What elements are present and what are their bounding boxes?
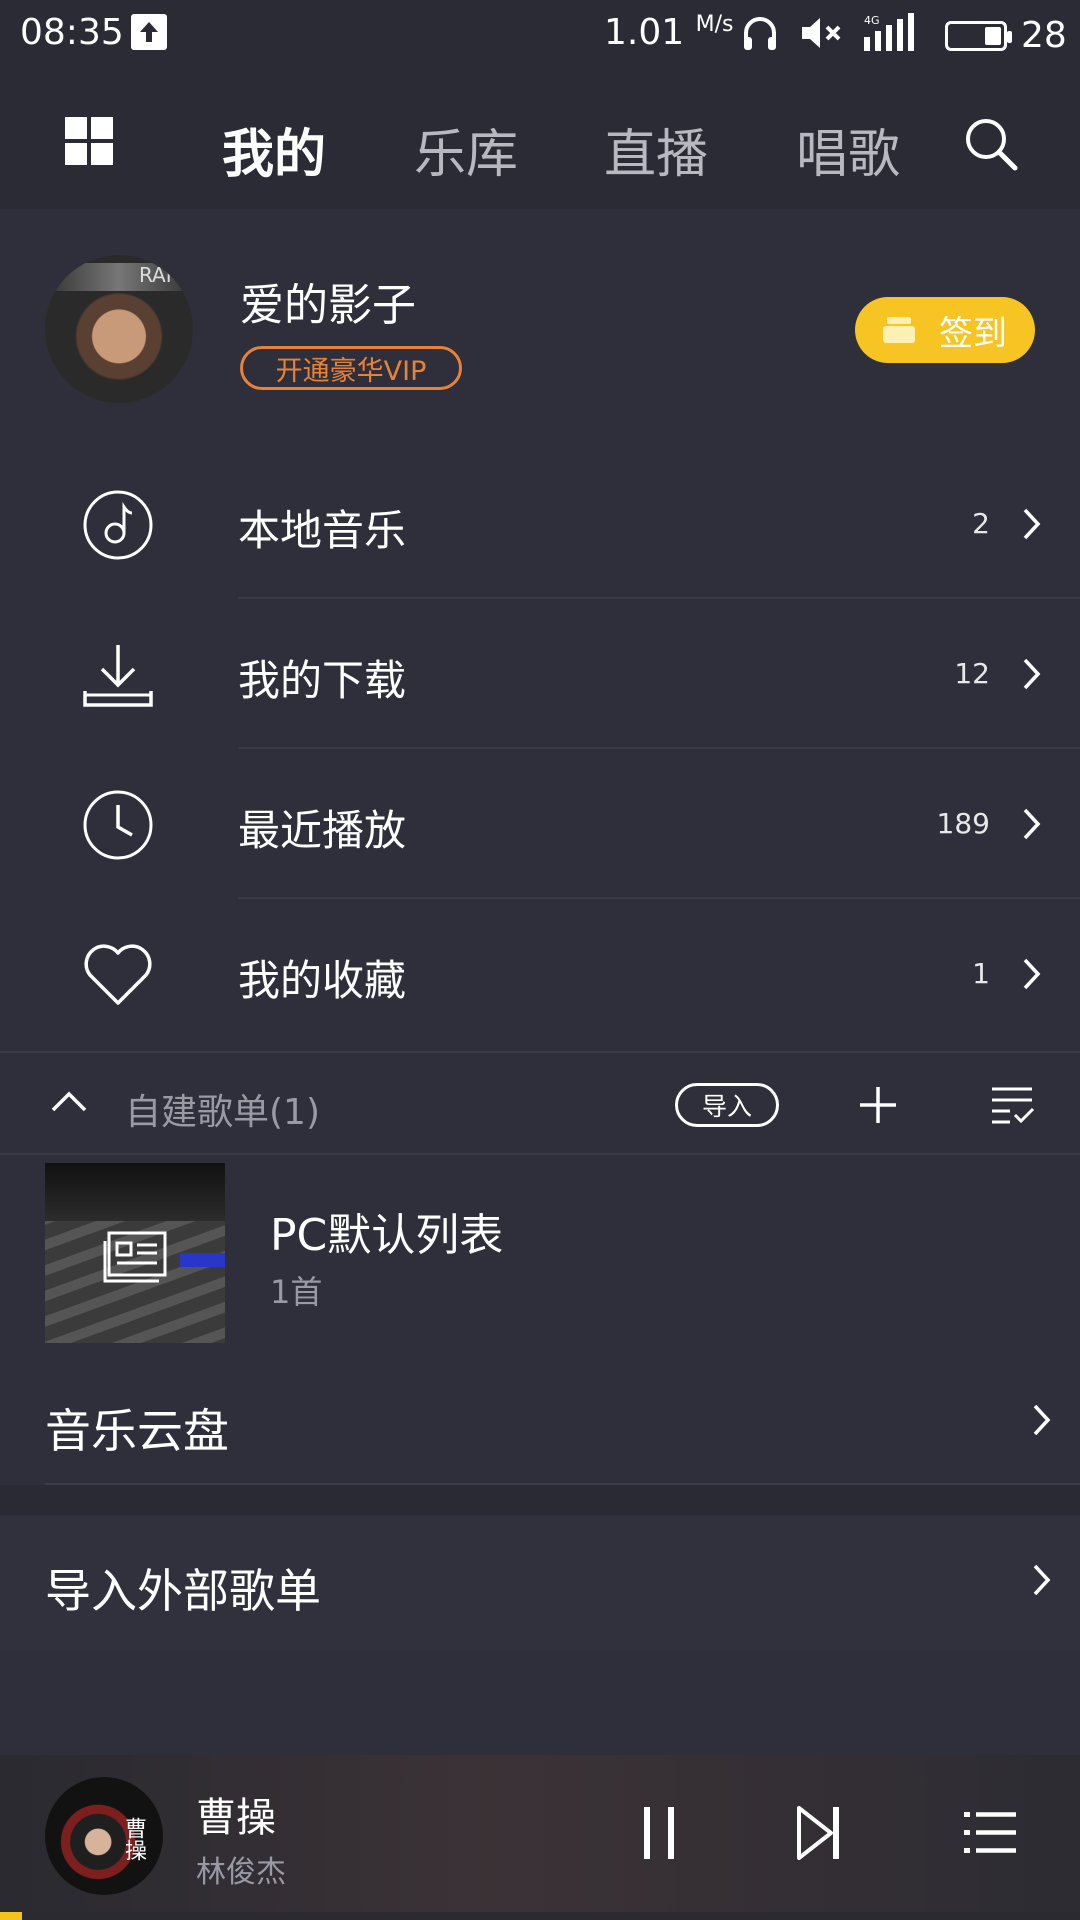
- playback-progress-fill: [0, 1912, 22, 1920]
- playlist-header-label: 自建歌单(1): [125, 1092, 320, 1133]
- avatar[interactable]: RAM: [45, 255, 193, 403]
- now-playing-artist: 林俊杰: [196, 1855, 286, 1890]
- chevron-up-icon[interactable]: [50, 1089, 88, 1113]
- menu-item-label: 我的收藏: [238, 956, 407, 1005]
- battery-icon: [945, 20, 1012, 51]
- document-icon: [103, 1231, 167, 1283]
- playlist-title: PC默认列表: [270, 1210, 504, 1261]
- menu-item-count: 2: [972, 507, 990, 540]
- menu-item-label: 本地音乐: [238, 506, 407, 555]
- svg-text:4G: 4G: [864, 14, 880, 27]
- playlist-count: 1首: [270, 1273, 323, 1311]
- headphones-icon: [744, 17, 776, 50]
- clock-icon: [83, 790, 153, 860]
- tab-sing[interactable]: 唱歌: [796, 112, 900, 187]
- music-cloud-label: 音乐云盘: [45, 1404, 229, 1458]
- signal-icon: 4G: [864, 13, 914, 51]
- pause-icon[interactable]: [640, 1805, 680, 1861]
- status-time: 08:35: [20, 12, 124, 53]
- vip-button[interactable]: 开通豪华VIP: [240, 346, 462, 390]
- grid-menu-icon[interactable]: [65, 117, 115, 167]
- menu-item-favorites[interactable]: 我的收藏 1: [0, 899, 1080, 1049]
- tab-mine[interactable]: 我的: [222, 112, 326, 187]
- profile-section: RAM 爱的影子 开通豪华VIP 签到: [0, 209, 1080, 439]
- add-icon[interactable]: [858, 1085, 898, 1125]
- mini-player[interactable]: 曹操 曹操 林俊杰: [0, 1755, 1080, 1920]
- tab-live[interactable]: 直播: [604, 112, 708, 187]
- section-gap: [0, 1485, 1080, 1515]
- now-playing-title: 曹操: [196, 1795, 276, 1841]
- menu-item-downloads[interactable]: 我的下载 12: [0, 599, 1080, 749]
- chevron-right-icon: [1023, 958, 1041, 990]
- gift-icon: [883, 317, 915, 343]
- playlist-item[interactable]: PC默认列表 1首: [0, 1163, 1080, 1343]
- chevron-right-icon: [1023, 508, 1041, 540]
- music-note-icon: [83, 490, 153, 560]
- search-icon[interactable]: [962, 115, 1020, 173]
- chevron-right-icon: [1033, 1404, 1051, 1436]
- heart-icon: [84, 944, 152, 1005]
- sort-list-icon[interactable]: [990, 1085, 1036, 1125]
- next-track-icon[interactable]: [795, 1805, 843, 1861]
- menu-item-label: 我的下载: [238, 656, 407, 705]
- playlist-cover: [45, 1163, 225, 1343]
- battery-level: 28: [1021, 15, 1067, 56]
- music-cloud-row[interactable]: 音乐云盘: [0, 1355, 1080, 1485]
- status-icons: 4G: [740, 12, 922, 54]
- now-playing-cover[interactable]: 曹操: [45, 1777, 163, 1895]
- download-icon: [83, 645, 153, 707]
- playback-progress-bar[interactable]: [0, 1912, 1080, 1920]
- playlist-header: 自建歌单(1) 导入: [0, 1051, 1080, 1155]
- checkin-label: 签到: [939, 313, 1007, 354]
- network-speed: 1.01 M/s: [604, 12, 734, 53]
- username[interactable]: 爱的影子: [240, 269, 416, 333]
- mute-icon: [802, 18, 841, 48]
- upload-icon: [131, 14, 167, 50]
- battery: 28: [945, 15, 1067, 56]
- import-external-label: 导入外部歌单: [45, 1564, 321, 1618]
- import-external-playlist-row[interactable]: 导入外部歌单: [0, 1515, 1080, 1650]
- menu-item-local-music[interactable]: 本地音乐 2: [0, 449, 1080, 599]
- menu-item-count: 189: [936, 807, 990, 840]
- chevron-right-icon: [1023, 808, 1041, 840]
- menu-item-count: 1: [972, 957, 990, 990]
- menu-item-label: 最近播放: [238, 806, 407, 855]
- top-nav: 我的 乐库 直播 唱歌: [0, 66, 1080, 209]
- menu-list: 本地音乐 2 我的下载 12 最近播放 189 我的收藏 1: [0, 449, 1080, 1049]
- checkin-button[interactable]: 签到: [855, 297, 1035, 363]
- status-bar: 08:35 1.01 M/s 4G 28: [0, 0, 1080, 66]
- tab-library[interactable]: 乐库: [414, 112, 518, 187]
- chevron-right-icon: [1023, 658, 1041, 690]
- import-button[interactable]: 导入: [675, 1083, 779, 1127]
- menu-item-recent[interactable]: 最近播放 189: [0, 749, 1080, 899]
- playlist-queue-icon[interactable]: [962, 1808, 1018, 1858]
- menu-item-count: 12: [954, 657, 990, 690]
- chevron-right-icon: [1033, 1564, 1051, 1596]
